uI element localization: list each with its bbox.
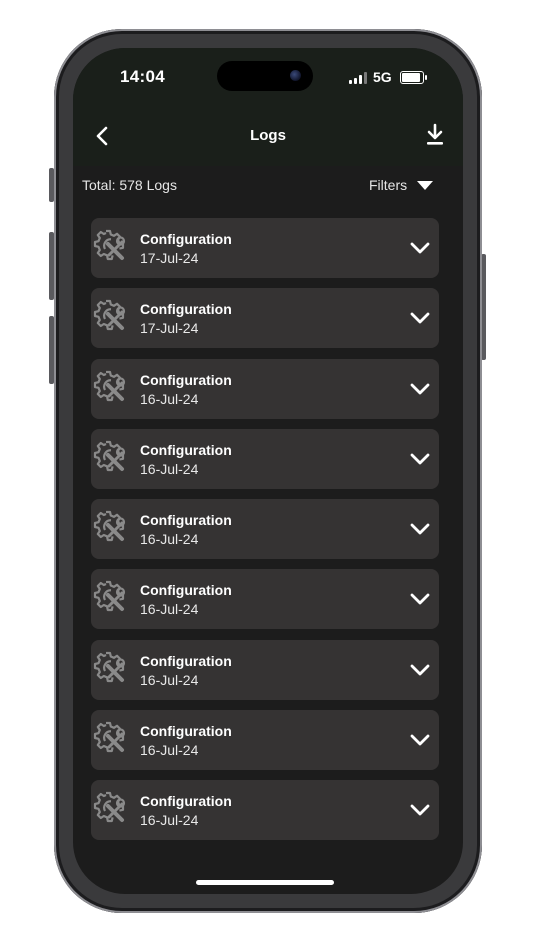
log-title: Configuration <box>140 512 232 529</box>
log-date: 16-Jul-24 <box>140 671 199 688</box>
configuration-gear-wrench-icon <box>92 650 126 684</box>
log-date: 16-Jul-24 <box>140 601 199 618</box>
log-date: 16-Jul-24 <box>140 812 199 829</box>
log-item[interactable]: Configuration 16-Jul-24 <box>91 569 439 630</box>
log-title: Configuration <box>140 582 232 599</box>
filters-label: Filters <box>369 177 408 193</box>
log-item[interactable]: Configuration 17-Jul-24 <box>91 218 439 278</box>
filters-dropdown[interactable]: Filters <box>369 175 434 195</box>
log-title: Configuration <box>140 723 232 740</box>
expand-chevron-icon[interactable] <box>409 310 431 326</box>
dynamic-island <box>217 61 313 91</box>
log-title: Configuration <box>140 793 232 810</box>
expand-chevron-icon[interactable] <box>409 802 431 818</box>
status-time: 14:04 <box>120 67 165 86</box>
page-title: Logs <box>250 127 286 144</box>
download-button[interactable] <box>423 122 447 148</box>
signal-icon <box>349 72 367 84</box>
total-logs-label: Total: 578 Logs <box>82 177 177 193</box>
log-item[interactable]: Configuration 16-Jul-24 <box>91 499 439 560</box>
log-item[interactable]: Configuration 16-Jul-24 <box>91 428 439 489</box>
front-camera <box>290 70 301 81</box>
expand-chevron-icon[interactable] <box>409 381 431 397</box>
expand-chevron-icon[interactable] <box>409 521 431 537</box>
log-date: 16-Jul-24 <box>140 460 199 477</box>
log-date: 16-Jul-24 <box>140 531 199 548</box>
expand-chevron-icon[interactable] <box>409 732 431 748</box>
configuration-gear-wrench-icon <box>92 790 126 824</box>
configuration-gear-wrench-icon <box>92 228 126 262</box>
log-title: Configuration <box>140 441 232 458</box>
configuration-gear-wrench-icon <box>92 579 126 613</box>
battery-tip <box>425 75 427 80</box>
caret-down-icon <box>417 180 434 190</box>
expand-chevron-icon[interactable] <box>409 662 431 678</box>
log-date: 16-Jul-24 <box>140 742 199 759</box>
expand-chevron-icon[interactable] <box>409 451 431 467</box>
log-title: Configuration <box>140 371 232 388</box>
log-date: 17-Jul-24 <box>140 250 199 266</box>
log-title: Configuration <box>140 231 232 247</box>
phone-screen: 14:04 5G Logs Total: 578 Logs Filters Co… <box>73 48 463 894</box>
log-item[interactable]: Configuration 16-Jul-24 <box>91 710 439 771</box>
configuration-gear-wrench-icon <box>92 439 126 473</box>
battery-icon <box>400 71 424 84</box>
log-list: Configuration 17-Jul-24 Configuration 17-Ju… <box>91 218 439 851</box>
configuration-gear-wrench-icon <box>92 369 126 403</box>
configuration-gear-wrench-icon <box>92 298 126 332</box>
expand-chevron-icon[interactable] <box>409 240 431 256</box>
log-item[interactable]: Configuration 17-Jul-24 <box>91 288 439 349</box>
log-date: 17-Jul-24 <box>140 320 199 337</box>
home-indicator[interactable] <box>196 880 334 885</box>
expand-chevron-icon[interactable] <box>409 591 431 607</box>
log-title: Configuration <box>140 301 232 318</box>
download-icon <box>427 123 443 145</box>
configuration-gear-wrench-icon <box>92 509 126 543</box>
log-item[interactable]: Configuration 16-Jul-24 <box>91 639 439 700</box>
network-label: 5G <box>373 69 392 85</box>
log-item[interactable]: Configuration 16-Jul-24 <box>91 358 439 419</box>
log-item[interactable]: Configuration 16-Jul-24 <box>91 780 439 841</box>
log-date: 16-Jul-24 <box>140 390 199 407</box>
configuration-gear-wrench-icon <box>92 720 126 754</box>
log-title: Configuration <box>140 652 232 669</box>
